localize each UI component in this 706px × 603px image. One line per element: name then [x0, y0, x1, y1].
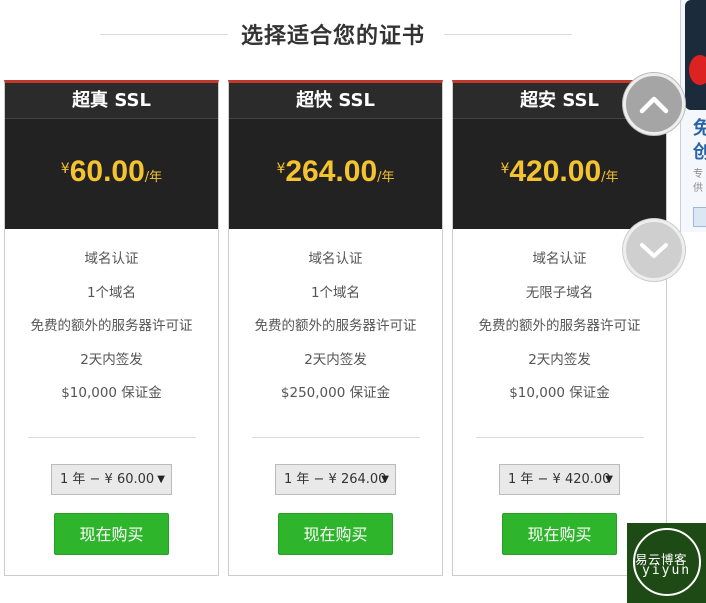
scroll-down-button[interactable] [623, 219, 685, 281]
plan-price: 420.00 [509, 155, 602, 188]
title-divider-left [100, 34, 228, 35]
plan-name: 超真 SSL [5, 83, 218, 119]
buy-now-button[interactable]: 现在购买 [54, 512, 169, 555]
feature-list: 域名认证 1个域名 免费的额外的服务器许可证 2天内签发 $250,000 保证… [229, 229, 442, 417]
ad-illustration [685, 0, 706, 110]
feature-item: 域名认证 [308, 251, 363, 267]
feature-item: 免费的额外的服务器许可证 [254, 318, 417, 334]
ad-subtext: 专供 [693, 169, 703, 194]
feature-item: $10,000 保证金 [61, 385, 162, 401]
feature-item: $250,000 保证金 [280, 385, 391, 401]
term-select[interactable]: 1 年 − ¥ 60.00 ▼ [51, 463, 172, 495]
term-select-value: 1 年 − ¥ 420.00 [508, 471, 611, 487]
feature-item: 1个域名 [310, 284, 361, 301]
ad-button[interactable] [693, 207, 706, 227]
plan-card-zhenzhen: 超真 SSL ¥60.00/年 域名认证 1个域名 免费的额外的服务器许可证 2… [4, 80, 219, 576]
price-unit: /年 [377, 170, 395, 185]
site-logo-watermark: 易云博客 yiyun [627, 523, 706, 603]
feature-item: 2天内签发 [304, 351, 367, 368]
price-box: ¥264.00/年 [229, 119, 442, 229]
chevron-down-icon [640, 243, 668, 258]
ad-headline: 免创 [693, 117, 706, 165]
plan-name: 超快 SSL [229, 83, 442, 119]
card-divider [251, 436, 420, 438]
feature-item: 2天内签发 [528, 351, 591, 368]
caret-down-icon: ▼ [381, 473, 389, 485]
plan-price: 264.00 [285, 155, 378, 188]
buy-now-button[interactable]: 现在购买 [278, 512, 393, 555]
currency-symbol: ¥ [500, 161, 510, 177]
price-unit: /年 [601, 170, 619, 185]
term-select[interactable]: 1 年 − ¥ 420.00 ▼ [499, 463, 620, 495]
feature-item: 免费的额外的服务器许可证 [30, 318, 193, 334]
term-select-value: 1 年 − ¥ 264.00 [284, 471, 387, 487]
caret-down-icon: ▼ [157, 473, 165, 485]
logo-line-2: yiyun [642, 563, 692, 578]
page-title: 选择适合您的证书 [241, 24, 426, 49]
card-divider [27, 436, 196, 438]
plan-card-kuai: 超快 SSL ¥264.00/年 域名认证 1个域名 免费的额外的服务器许可证 … [228, 80, 443, 576]
price-box: ¥420.00/年 [453, 119, 666, 229]
price-unit: /年 [144, 170, 163, 185]
feature-item: 2天内签发 [80, 351, 143, 368]
feature-list: 域名认证 1个域名 免费的额外的服务器许可证 2天内签发 $10,000 保证金 [5, 229, 218, 417]
caret-down-icon: ▼ [605, 473, 613, 485]
feature-item: 免费的额外的服务器许可证 [478, 318, 641, 334]
plan-price: 60.00 [69, 155, 145, 188]
card-divider [475, 436, 644, 438]
title-divider-right [444, 34, 572, 35]
price-box: ¥60.00/年 [5, 119, 218, 229]
term-select-value: 1 年 − ¥ 60.00 [60, 471, 155, 487]
term-select[interactable]: 1 年 − ¥ 264.00 ▼ [275, 463, 396, 495]
side-ad-panel[interactable]: 免创 专供 [680, 0, 706, 232]
currency-symbol: ¥ [276, 161, 286, 177]
feature-item: 无限子域名 [525, 284, 594, 301]
scroll-up-button[interactable] [623, 73, 685, 135]
chevron-up-icon [639, 96, 669, 114]
feature-item: $10,000 保证金 [509, 385, 610, 401]
feature-item: 域名认证 [84, 251, 139, 267]
plan-card-an: 超安 SSL ¥420.00/年 域名认证 无限子域名 免费的额外的服务器许可证… [452, 80, 667, 576]
feature-item: 1个域名 [86, 284, 137, 301]
currency-symbol: ¥ [60, 161, 70, 177]
buy-now-button[interactable]: 现在购买 [502, 512, 617, 555]
